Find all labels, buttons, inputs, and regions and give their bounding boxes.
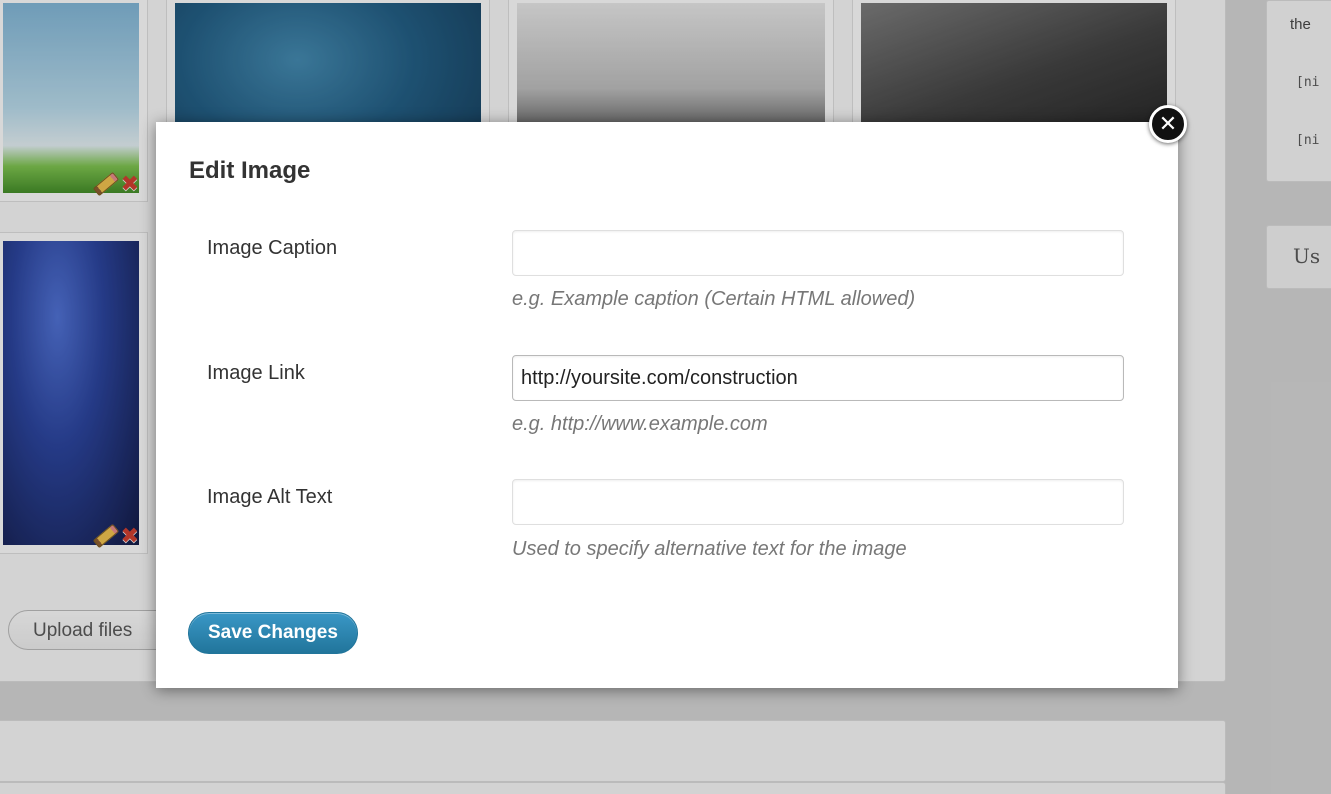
close-icon: ✕	[1158, 111, 1178, 136]
image-caption-label: Image Caption	[207, 237, 338, 259]
image-link-hint: e.g. http://www.example.com	[512, 413, 768, 435]
image-link-label: Image Link	[207, 362, 305, 384]
edit-image-modal: Edit Image ✕ Image Caption e.g. Example …	[156, 105, 1187, 688]
image-caption-input[interactable]	[512, 230, 1124, 276]
page: ✖ ✖ Upload files the [ni [ni Us Edit Ima…	[0, 0, 1331, 794]
image-alt-text-input[interactable]	[512, 479, 1124, 525]
image-alt-text-hint: Used to specify alternative text for the…	[512, 538, 907, 560]
save-changes-button[interactable]: Save Changes	[188, 612, 358, 654]
image-link-input[interactable]	[512, 355, 1124, 401]
image-caption-hint: e.g. Example caption (Certain HTML allow…	[512, 288, 916, 310]
modal-title: Edit Image	[189, 157, 311, 184]
close-button[interactable]: ✕	[1149, 105, 1187, 143]
image-alt-text-label: Image Alt Text	[207, 486, 333, 508]
